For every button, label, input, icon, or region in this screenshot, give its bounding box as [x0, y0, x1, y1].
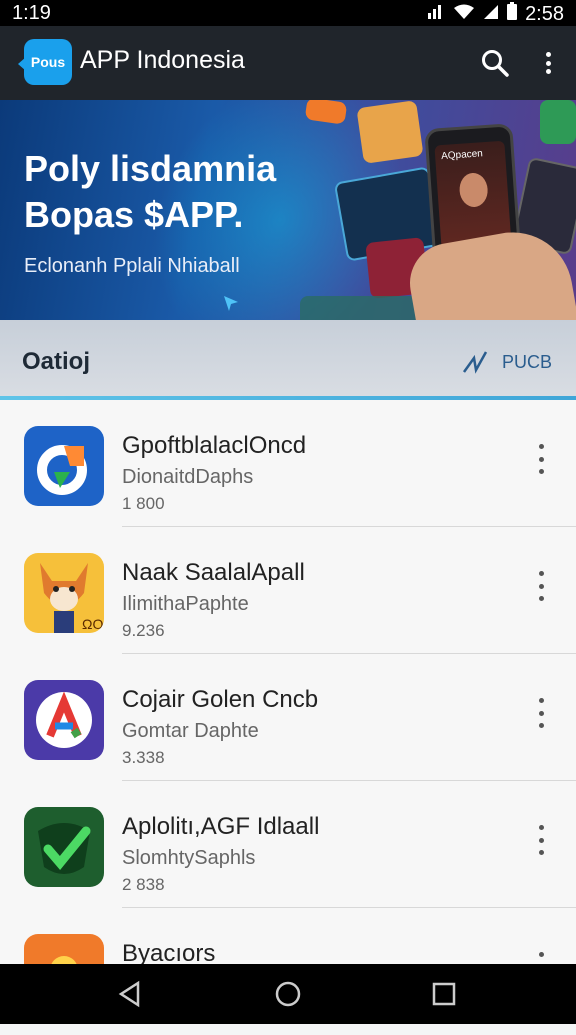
app-name: Cojair Golen Cncb: [122, 686, 319, 713]
home-icon: [275, 981, 301, 1007]
banner-title-line1: Poly lisdamnia: [24, 148, 277, 189]
more-vert-icon: [538, 48, 558, 74]
app-size: 9.236: [122, 621, 165, 640]
banner-tile-green: [540, 100, 576, 144]
battery-icon: [507, 2, 518, 26]
recents-icon: [432, 982, 456, 1006]
item-more-button[interactable]: [536, 825, 546, 855]
promo-banner[interactable]: AQpacen Poly lisdamnia Bopas $APP. Eclon…: [0, 100, 576, 320]
search-icon: [482, 50, 509, 77]
section-more-link[interactable]: PUCB: [462, 350, 552, 374]
cell-icon: [483, 3, 499, 26]
back-button[interactable]: [116, 980, 144, 1008]
check-shield-icon: [24, 807, 104, 887]
list-item[interactable]: Cojair Golen Cncb Gomtar Daphte 3.338: [0, 654, 576, 781]
app-title: APP Indonesia: [80, 46, 245, 74]
section-title: Oatioj: [22, 348, 91, 375]
item-more-button[interactable]: [536, 444, 546, 474]
status-clock: 2:58: [525, 2, 564, 25]
app-developer: IlimithaPaphte: [122, 593, 249, 615]
status-time: 1:19: [12, 2, 51, 24]
person-image: [458, 172, 489, 208]
item-more-button[interactable]: [536, 571, 546, 601]
phone-label: AQpacen: [440, 148, 484, 163]
app-logo[interactable]: Pous: [18, 39, 72, 85]
app-name: Naak SaalalApall: [122, 559, 305, 586]
item-more-button[interactable]: [536, 698, 546, 728]
trend-icon: [462, 351, 488, 374]
app-developer: SlomhtySaphls: [122, 847, 256, 869]
app-size: 3.338: [122, 748, 165, 767]
banner-title-line2: Bopas $APP.: [24, 194, 244, 235]
app-size: 1 800: [122, 494, 165, 513]
app-developer: Gomtar Daphte: [122, 720, 259, 742]
banner-subtitle: Eclonanh Pplali Nhiaball: [24, 255, 240, 277]
system-nav-bar: [0, 964, 576, 1024]
list-item[interactable]: GpoftblalaclOncd DionaitdDaphs 1 800: [0, 400, 576, 527]
list-item[interactable]: Aplolitı,AGF Idlaall SlomhtySaphls 2 838: [0, 781, 576, 908]
banner-tile-fox: [356, 100, 424, 164]
back-icon: [118, 980, 140, 1008]
section-more-label: PUCB: [501, 351, 552, 372]
app-developer: DionaitdDaphs: [122, 466, 254, 488]
list-item[interactable]: ΩO Naak SaalalApall IlimithaPaphte 9.236: [0, 527, 576, 654]
g-logo-icon: [24, 426, 104, 506]
svg-text:ΩO: ΩO: [82, 616, 103, 632]
status-icons: 2:58: [427, 2, 564, 26]
search-button[interactable]: [480, 48, 510, 78]
recents-button[interactable]: [430, 980, 458, 1008]
logo-text: Pous: [30, 54, 66, 70]
cursor-icon: [224, 296, 238, 311]
wifi-icon: [453, 3, 475, 26]
app-name: GpoftblalaclOncd: [122, 432, 307, 459]
app-size: 2 838: [122, 875, 165, 894]
fox-mascot-icon: ΩO: [24, 553, 104, 633]
app-list: GpoftblalaclOncd DionaitdDaphs 1 800 ΩO …: [0, 400, 576, 1014]
overflow-menu-button[interactable]: [538, 48, 558, 78]
app-name: Aplolitı,AGF Idlaall: [122, 813, 320, 840]
signal-icon: [427, 3, 445, 26]
app-bar: Pous APP Indonesia: [0, 26, 576, 100]
status-bar: 1:19 2:58: [0, 0, 576, 26]
a-logo-icon: [24, 680, 104, 760]
logo-bubble-tail: [18, 57, 26, 71]
home-button[interactable]: [274, 980, 302, 1008]
